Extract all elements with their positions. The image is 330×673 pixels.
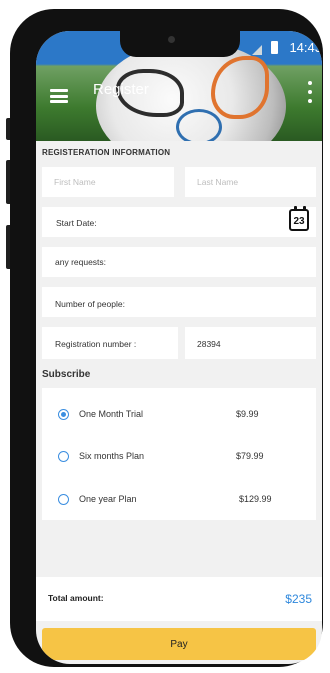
status-time: 14:43 <box>289 40 322 55</box>
plan-option-year[interactable]: One year Plan $129.99 <box>42 488 322 512</box>
start-date-field[interactable]: Start Date: <box>42 207 316 237</box>
first-name-placeholder: First Name <box>54 177 96 187</box>
number-of-people-field[interactable]: Number of people: <box>42 287 316 317</box>
people-label: Number of people: <box>55 299 125 309</box>
plan-price: $129.99 <box>239 494 272 504</box>
last-name-field[interactable]: Last Name <box>185 167 316 197</box>
reg-number-value: 28394 <box>197 339 221 349</box>
first-name-field[interactable]: First Name <box>42 167 174 197</box>
radio-unselected-icon[interactable] <box>58 494 69 505</box>
hamburger-menu-icon[interactable] <box>50 89 68 103</box>
start-date-label: Start Date: <box>56 218 97 228</box>
subscribe-heading: Subscribe <box>42 369 91 380</box>
plan-name: One Month Trial <box>79 409 144 419</box>
camera-dot <box>168 36 175 43</box>
signal-icon <box>252 45 262 55</box>
registration-number-field[interactable]: 28394 <box>185 327 316 359</box>
plan-name: Six months Plan <box>79 451 145 461</box>
plan-price: $79.99 <box>236 451 264 461</box>
registration-section-title: REGISTERATION INFORMATION <box>42 148 171 157</box>
pay-button[interactable]: Pay <box>42 628 316 660</box>
total-amount-value: $235 <box>285 592 312 606</box>
requests-label: any requests: <box>55 257 107 267</box>
ball-panel <box>176 109 222 141</box>
subscription-plans-card: One Month Trial $9.99 Six months Plan $7… <box>42 388 316 520</box>
radio-unselected-icon[interactable] <box>58 451 69 462</box>
last-name-placeholder: Last Name <box>197 177 239 187</box>
phone-notch <box>120 31 240 57</box>
page-title: Register <box>93 81 149 98</box>
more-options-icon[interactable] <box>308 81 312 108</box>
plan-name: One year Plan <box>79 494 137 504</box>
calendar-day: 23 <box>293 216 305 227</box>
radio-selected-icon[interactable] <box>58 409 69 420</box>
plan-option-month[interactable]: One Month Trial $9.99 <box>42 403 322 427</box>
plan-price: $9.99 <box>236 409 259 419</box>
requests-field[interactable]: any requests: <box>42 247 316 277</box>
phone-frame: Register 14:43 REGISTERATION INFORMATION… <box>10 9 323 667</box>
plan-option-six-months[interactable]: Six months Plan $79.99 <box>42 445 322 469</box>
battery-icon <box>271 41 278 54</box>
calendar-icon[interactable]: 23 <box>289 206 309 231</box>
registration-number-label-box: Registration number : <box>42 327 178 359</box>
app-screen: Register 14:43 REGISTERATION INFORMATION… <box>36 31 322 664</box>
total-amount-label: Total amount: <box>48 593 104 603</box>
reg-number-label: Registration number : <box>55 339 137 349</box>
